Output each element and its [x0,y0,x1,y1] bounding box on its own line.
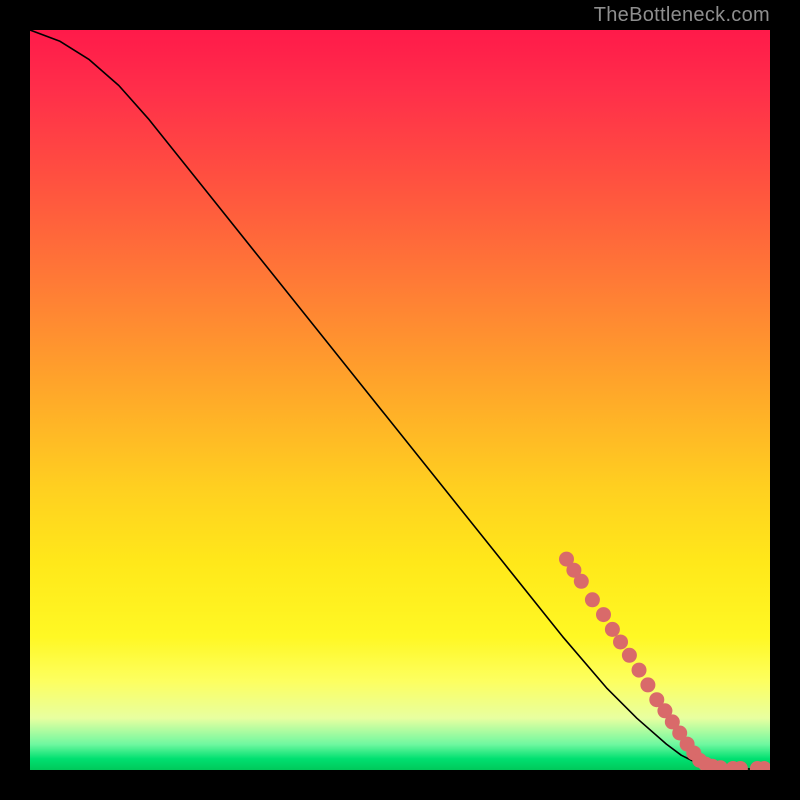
data-points [559,552,770,770]
chart-container: TheBottleneck.com [0,0,800,800]
data-point [585,592,600,607]
plot-svg [30,30,770,770]
data-point [622,648,637,663]
plot-area [30,30,770,770]
data-point [605,622,620,637]
data-point [574,574,589,589]
data-curve [30,30,770,769]
data-point [613,634,628,649]
data-point [640,677,655,692]
watermark-text: TheBottleneck.com [594,4,770,27]
data-point [596,607,611,622]
data-point [632,663,647,678]
